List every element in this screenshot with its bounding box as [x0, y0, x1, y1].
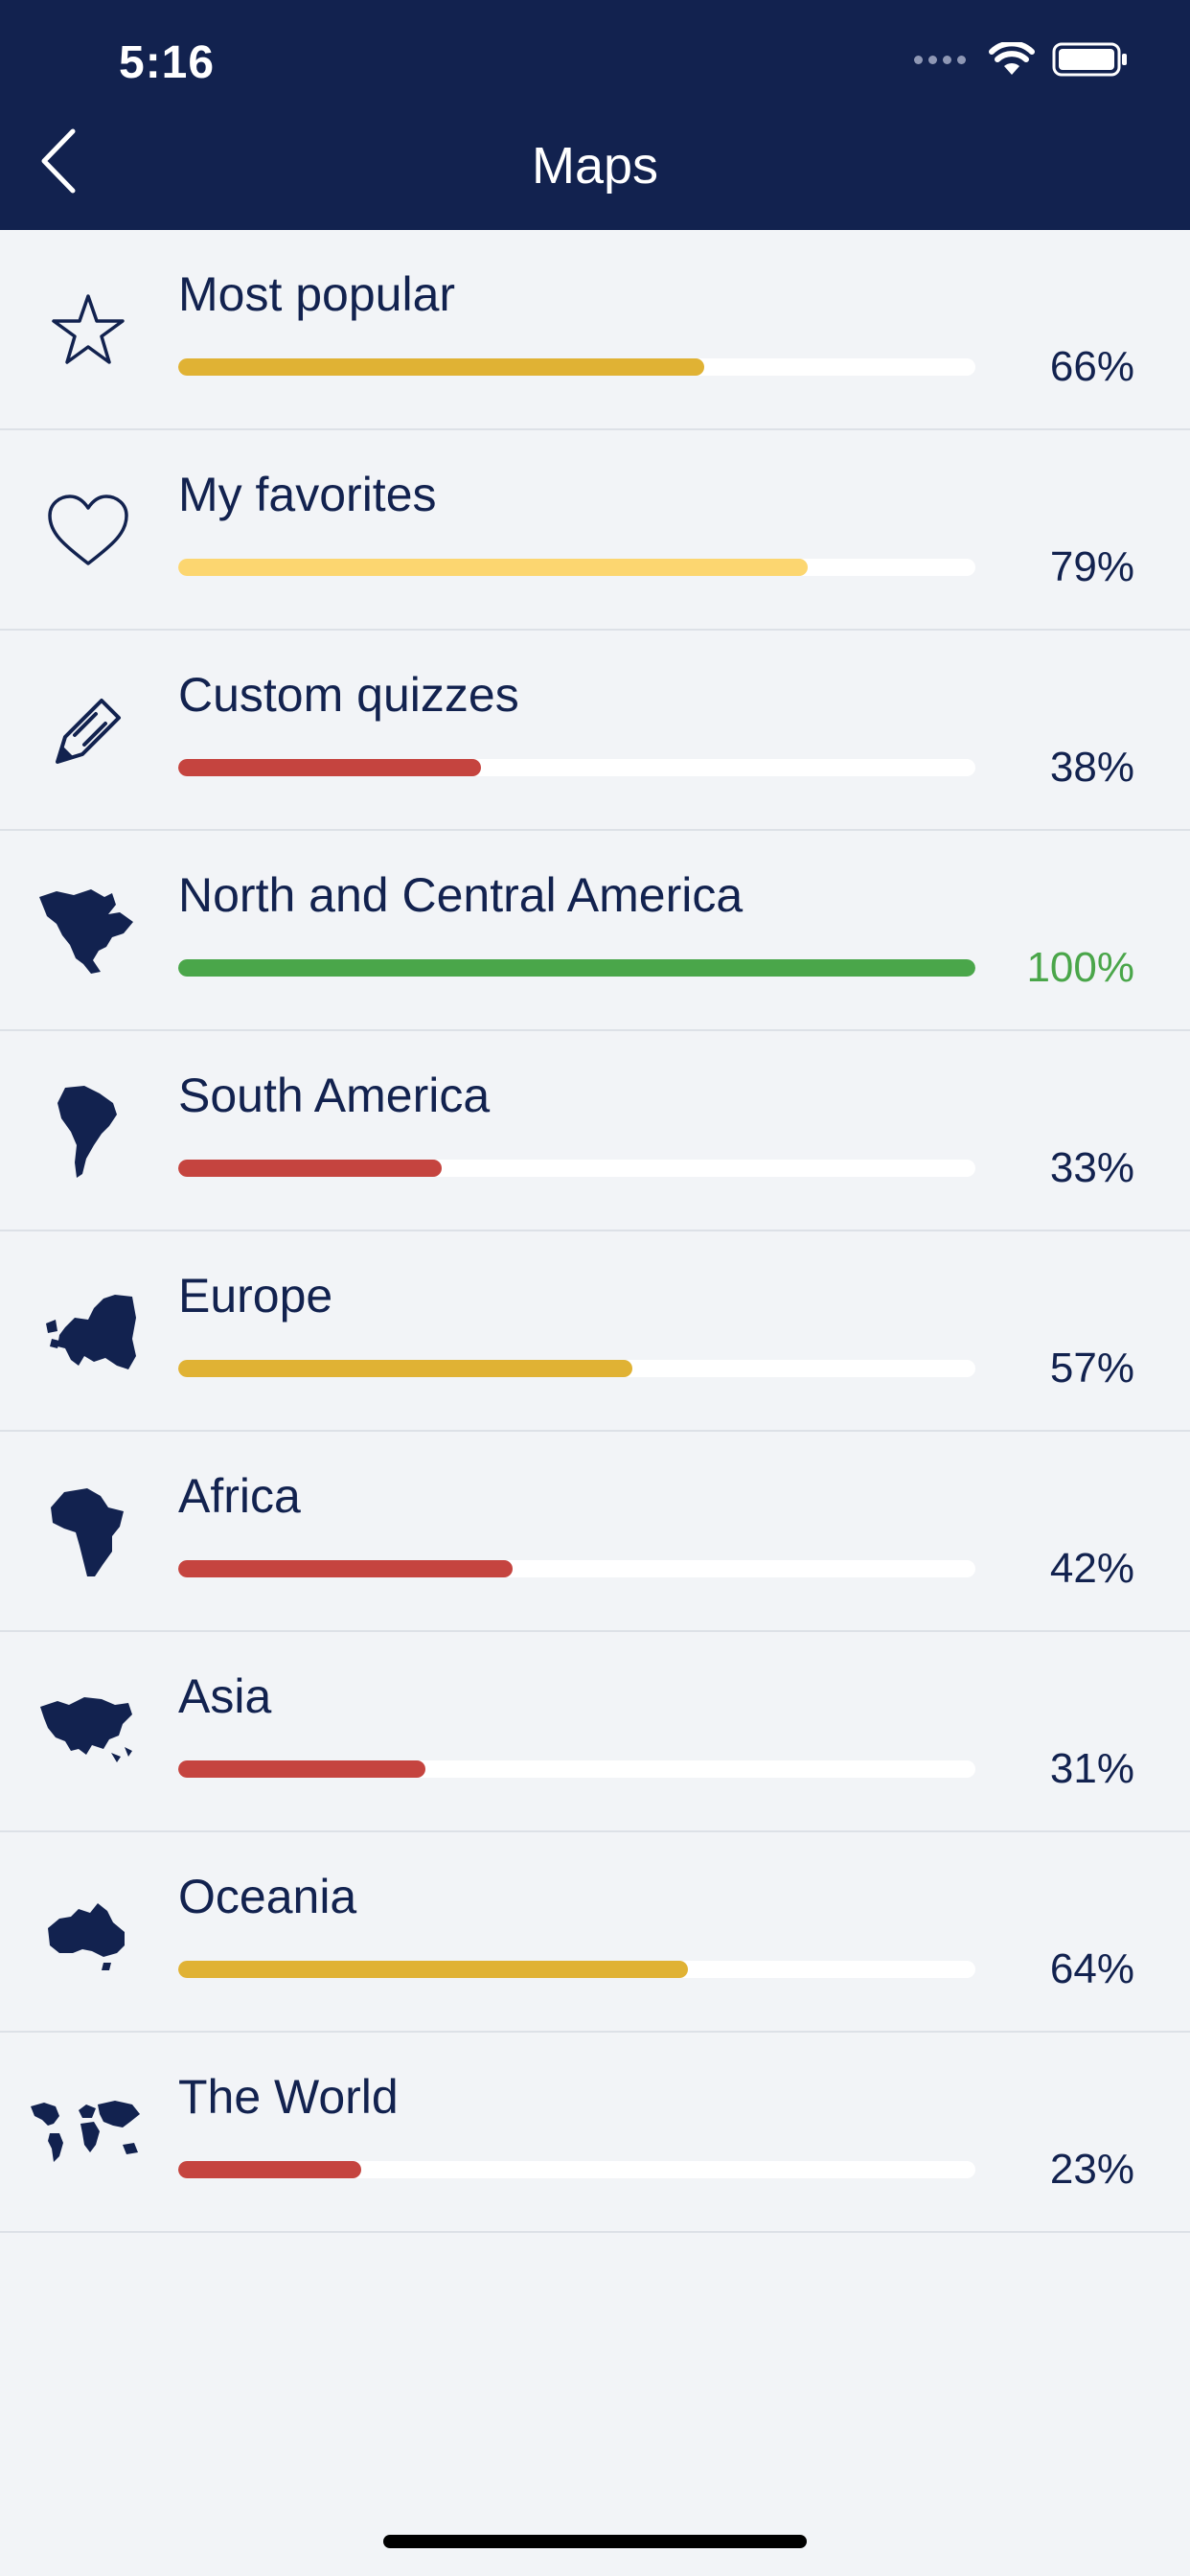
progress-fill	[178, 759, 482, 776]
item-label: North and Central America	[178, 868, 744, 922]
progress-bar	[178, 1360, 975, 1377]
battery-icon	[1052, 42, 1127, 77]
wifi-icon	[989, 42, 1035, 75]
list-item-oceania[interactable]: Oceania 64%	[0, 1832, 1190, 2033]
progress-fill	[178, 358, 705, 376]
percent-value: 100%	[1026, 944, 1134, 991]
asia-map-icon	[23, 1680, 153, 1785]
home-indicator[interactable]	[383, 2535, 807, 2548]
progress-bar	[178, 759, 975, 776]
percent-value: 42%	[1049, 1545, 1134, 1592]
page-title: Maps	[531, 137, 659, 195]
progress-bar	[178, 2161, 975, 2178]
item-label: South America	[178, 1069, 491, 1122]
cellular-signal-icon	[914, 55, 966, 64]
list-item-asia[interactable]: Asia 31%	[0, 1632, 1190, 1832]
progress-fill	[178, 1961, 689, 1978]
progress-fill	[178, 1160, 442, 1177]
percent-value: 79%	[1049, 543, 1134, 590]
progress-fill	[178, 2161, 362, 2178]
percent-value: 66%	[1049, 343, 1134, 390]
percent-value: 57%	[1049, 1345, 1134, 1392]
item-label: The World	[178, 2070, 399, 2124]
list-item-my-favorites[interactable]: My favorites 79%	[0, 430, 1190, 631]
progress-fill	[178, 959, 975, 977]
progress-bar	[178, 1160, 975, 1177]
item-label: My favorites	[178, 468, 437, 521]
list-item-custom-quizzes[interactable]: Custom quizzes 38%	[0, 631, 1190, 831]
status-time: 5:16	[119, 37, 216, 88]
progress-bar	[178, 559, 975, 576]
list-item-most-popular[interactable]: Most popular 66%	[0, 230, 1190, 430]
progress-bar	[178, 1961, 975, 1978]
list-item-europe[interactable]: Europe 57%	[0, 1231, 1190, 1432]
south-america-map-icon	[23, 1079, 153, 1184]
percent-value: 23%	[1049, 2146, 1134, 2193]
item-label: Africa	[178, 1469, 301, 1523]
africa-map-icon	[23, 1480, 153, 1585]
progress-fill	[178, 1560, 514, 1577]
europe-map-icon	[23, 1279, 153, 1385]
progress-bar	[178, 1760, 975, 1778]
progress-bar	[178, 358, 975, 376]
star-icon	[23, 278, 153, 383]
pencil-icon	[23, 678, 153, 784]
world-map-icon	[23, 2081, 153, 2186]
status-icons	[914, 42, 1129, 77]
progress-fill	[178, 1360, 633, 1377]
list-item-north-and-central-america[interactable]: North and Central America 100%	[0, 831, 1190, 1031]
list-item-south-america[interactable]: South America 33%	[0, 1031, 1190, 1231]
oceania-map-icon	[23, 1880, 153, 1986]
progress-fill	[178, 559, 809, 576]
item-label: Oceania	[178, 1870, 357, 1923]
progress-bar	[178, 959, 975, 977]
north-america-map-icon	[23, 879, 153, 984]
maps-list: Most popular 66% My favorites 79% Custom…	[0, 230, 1190, 2233]
nav-header: 5:16 Maps	[0, 0, 1190, 230]
percent-value: 38%	[1049, 744, 1134, 791]
item-label: Custom quizzes	[178, 668, 519, 722]
item-label: Europe	[178, 1269, 333, 1322]
item-label: Asia	[178, 1669, 272, 1723]
percent-value: 64%	[1049, 1945, 1134, 1992]
progress-bar	[178, 1560, 975, 1577]
heart-icon	[23, 478, 153, 584]
list-item-the-world[interactable]: The World 23%	[0, 2033, 1190, 2233]
progress-fill	[178, 1760, 425, 1778]
percent-value: 33%	[1049, 1144, 1134, 1191]
list-item-africa[interactable]: Africa 42%	[0, 1432, 1190, 1632]
item-label: Most popular	[178, 267, 456, 321]
percent-value: 31%	[1049, 1745, 1134, 1792]
